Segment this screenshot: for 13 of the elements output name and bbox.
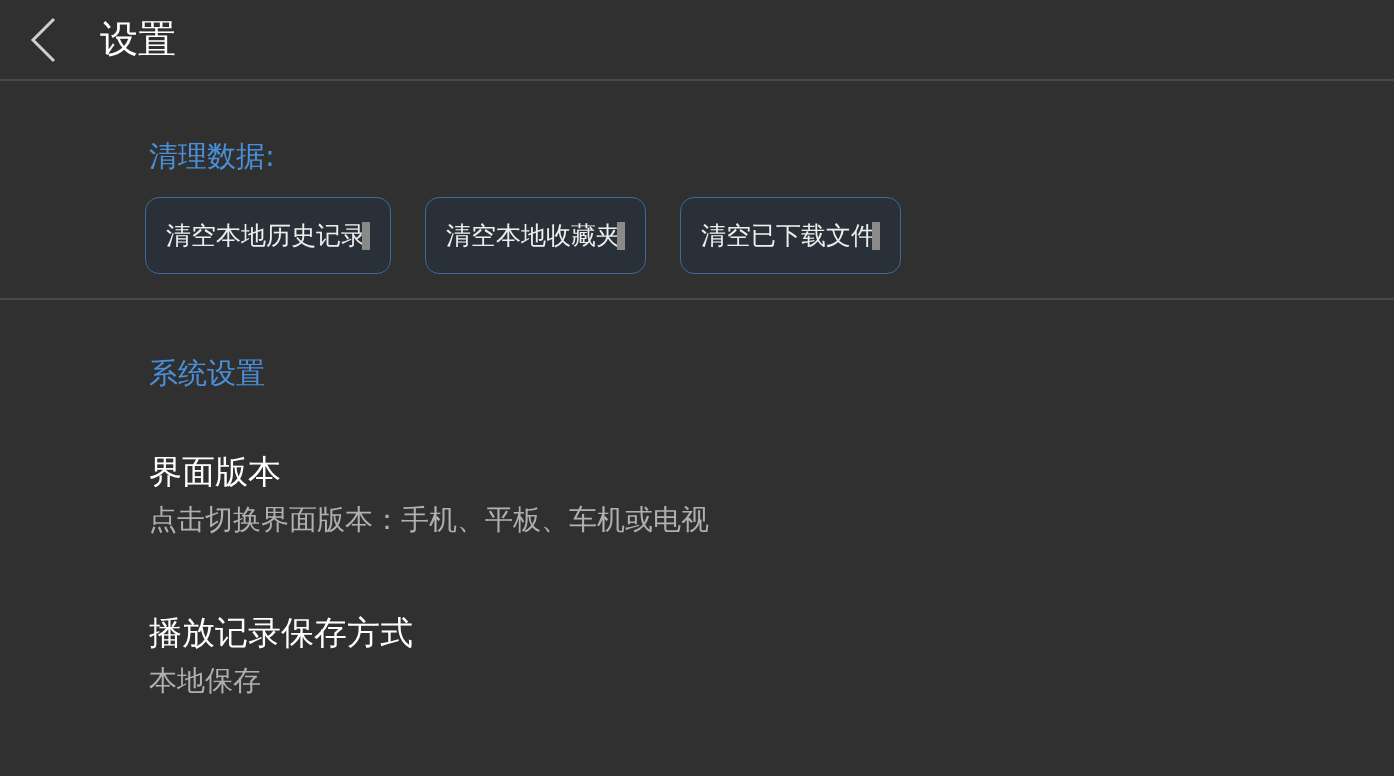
page-title: 设置 bbox=[100, 16, 176, 63]
section-heading: 清理数据: bbox=[149, 138, 276, 175]
setting-title[interactable]: 播放记录保存方式 bbox=[149, 611, 1394, 656]
setting-title[interactable]: 界面版本 bbox=[149, 450, 1394, 495]
setting-value: 点击切换界面版本：手机、平板、车机或电视 bbox=[149, 502, 710, 538]
back-button[interactable] bbox=[28, 15, 58, 64]
back-icon bbox=[28, 15, 58, 64]
clear-button[interactable]: 清空本地历史记录 bbox=[145, 197, 391, 274]
scroll-marker-icon bbox=[872, 221, 880, 250]
section-heading: 系统设置 bbox=[149, 355, 266, 392]
scroll-marker-icon bbox=[617, 221, 625, 250]
scroll-marker-icon bbox=[362, 221, 370, 250]
setting-value: 本地保存 bbox=[149, 663, 262, 699]
